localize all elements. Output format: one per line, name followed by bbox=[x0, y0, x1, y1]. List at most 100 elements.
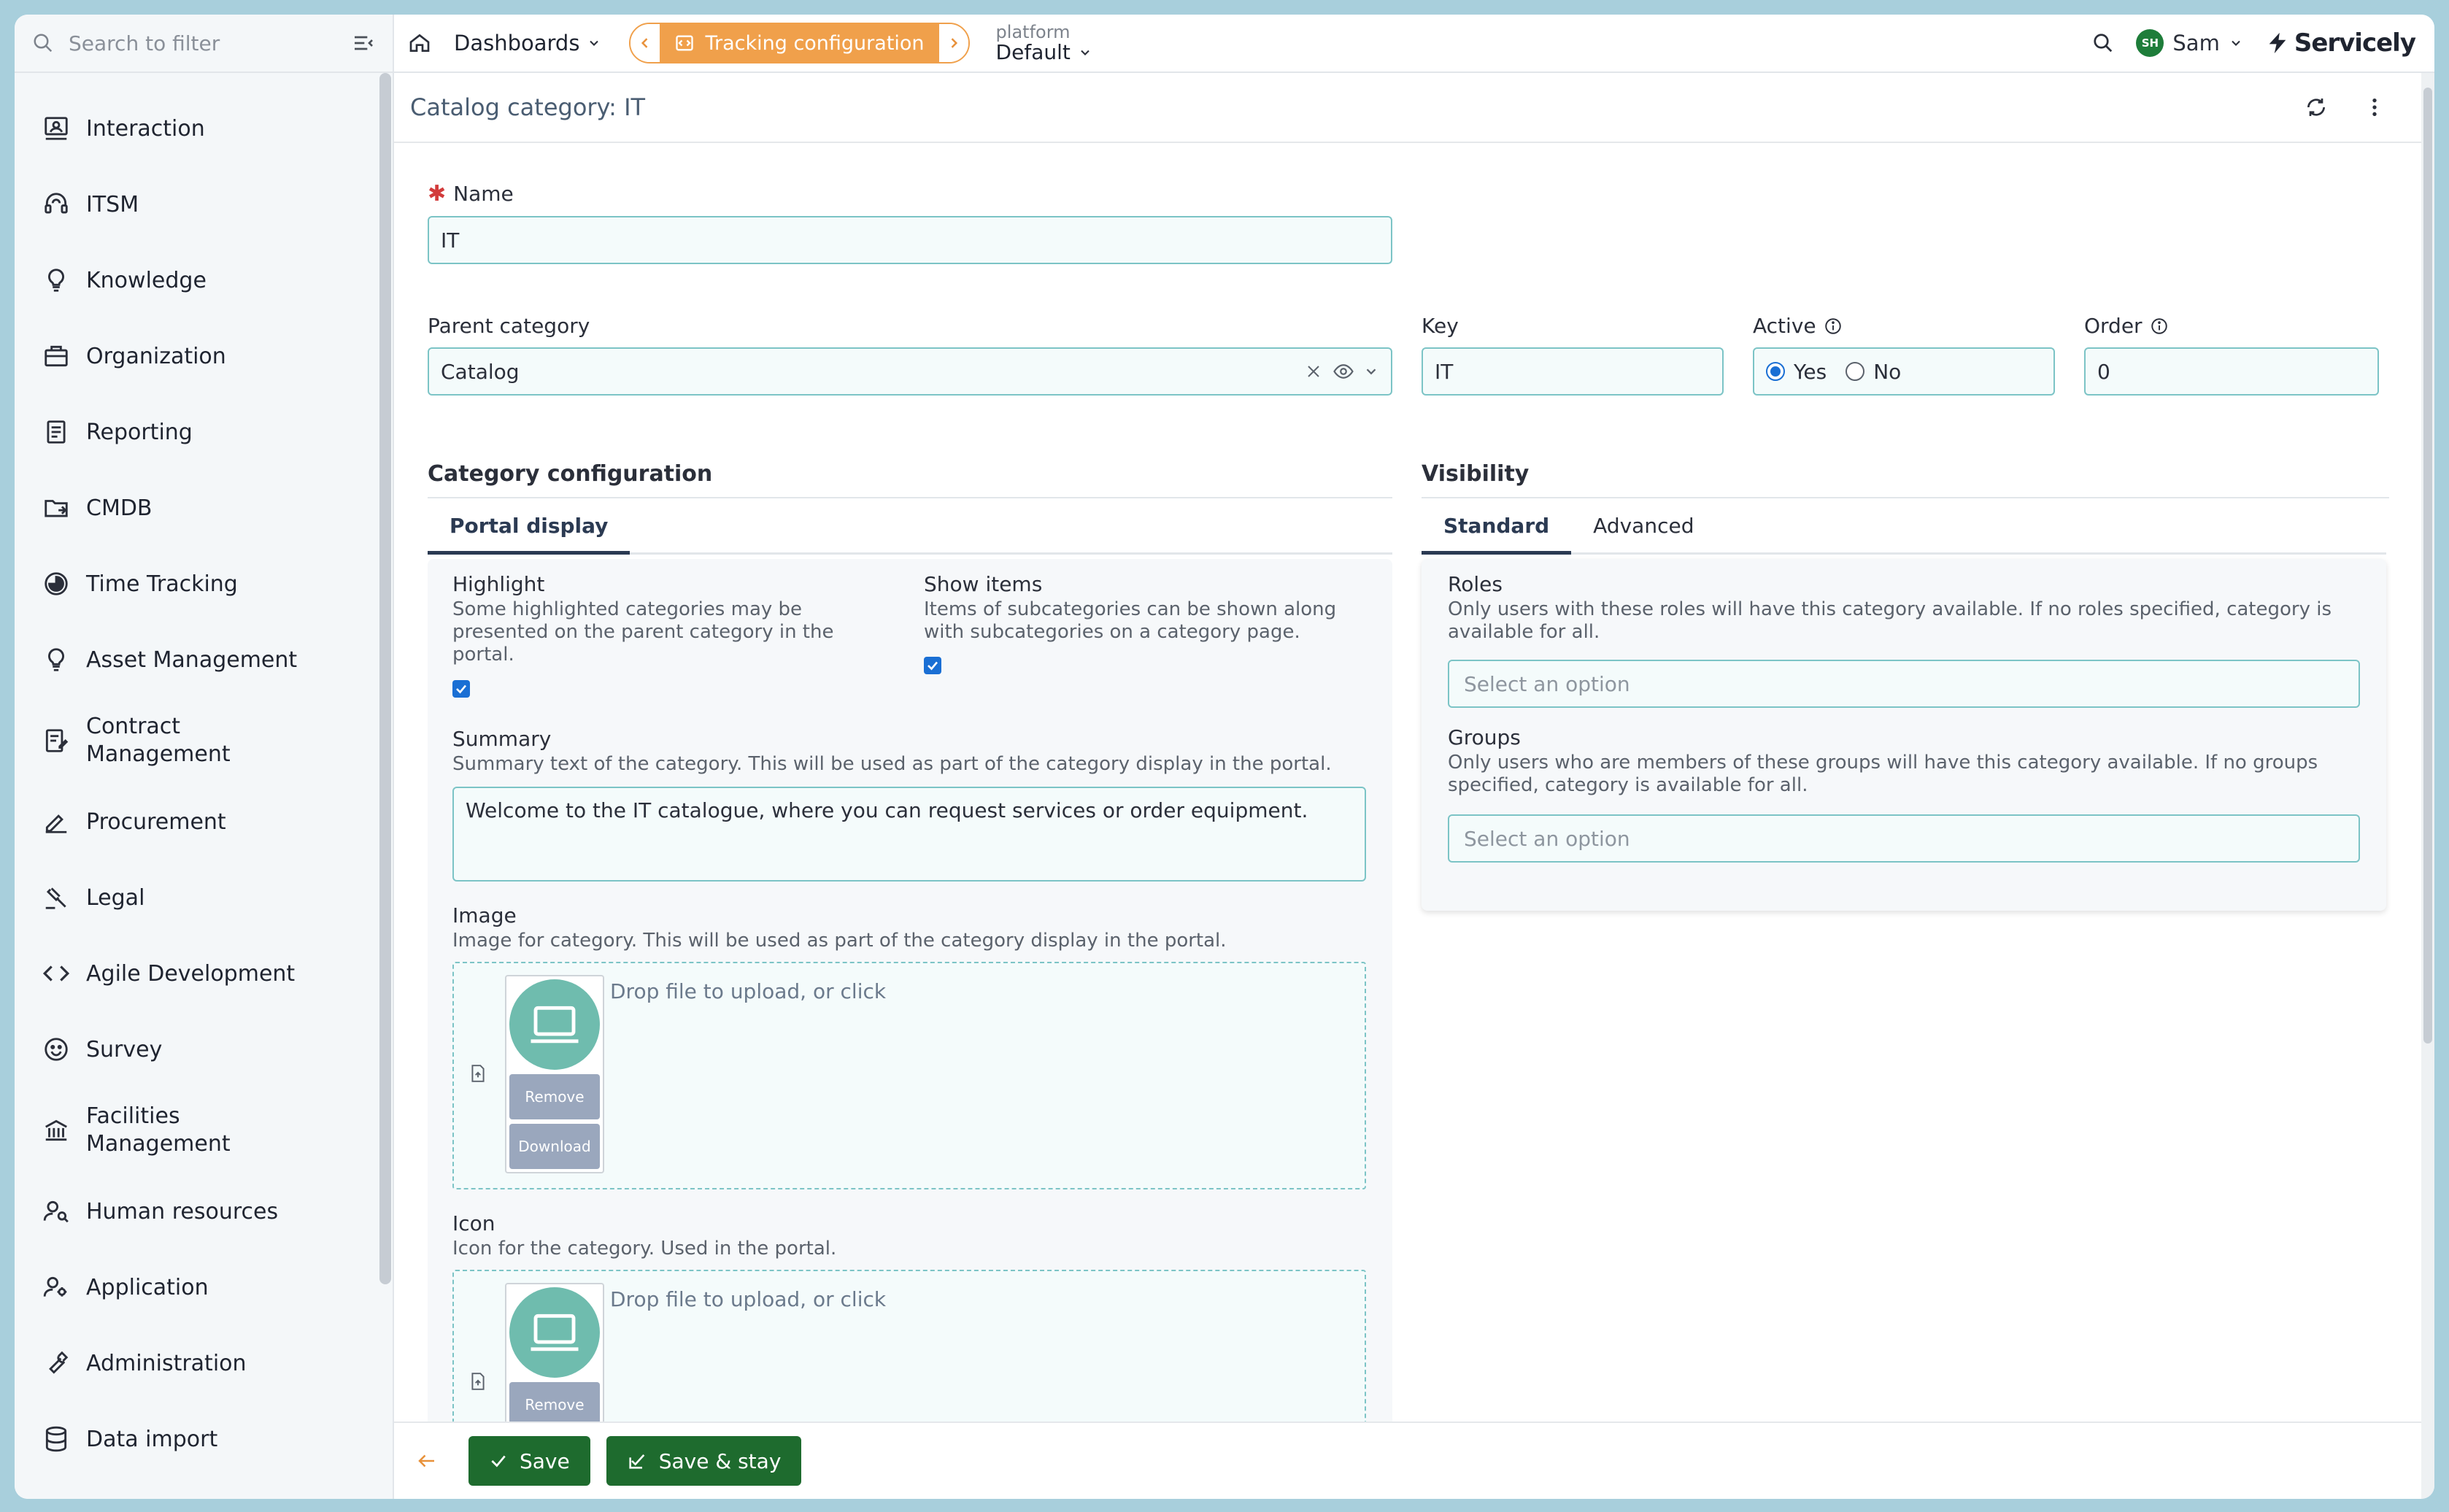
tab-advanced[interactable]: Advanced bbox=[1571, 514, 1716, 552]
active-yes-radio[interactable] bbox=[1766, 362, 1785, 381]
image-dropzone[interactable]: Remove Download Drop file to upload, or … bbox=[452, 962, 1366, 1189]
portal-display-panel: Highlight Some highlighted categories ma… bbox=[428, 559, 1392, 1422]
sidebar-item-label: Data import bbox=[86, 1426, 218, 1452]
key-field[interactable]: IT bbox=[1422, 347, 1724, 396]
icon-remove-button[interactable]: Remove bbox=[509, 1382, 600, 1422]
sidebar-item-legal[interactable]: Legal bbox=[15, 860, 393, 936]
key-value: IT bbox=[1435, 359, 1454, 384]
file-upload-icon bbox=[471, 1065, 485, 1082]
sidebar-item-data-import[interactable]: Data import bbox=[15, 1401, 393, 1477]
active-label-text: Active bbox=[1753, 314, 1816, 338]
key-label: Key bbox=[1422, 314, 1459, 338]
sidebar-item-application[interactable]: Application bbox=[15, 1249, 393, 1325]
highlight-help: Some highlighted categories may be prese… bbox=[452, 598, 834, 666]
sidebar-item-asset-management[interactable]: Asset Management bbox=[15, 622, 393, 698]
parent-category-label: Parent category bbox=[428, 314, 590, 338]
sidebar-search-input[interactable]: Search to filter bbox=[69, 31, 337, 55]
main-content: Catalog category: IT ✱ Name IT Parent ca… bbox=[394, 73, 2421, 1499]
sidebar-item-label: Knowledge bbox=[86, 267, 207, 293]
sidebar-item-label: Survey bbox=[86, 1036, 163, 1062]
clock-icon bbox=[45, 572, 68, 595]
icon-help: Icon for the category. Used in the porta… bbox=[452, 1238, 837, 1260]
brand-name: Servicely bbox=[2294, 28, 2416, 58]
sidebar-item-interaction[interactable]: Interaction bbox=[15, 90, 393, 166]
chevron-down-icon[interactable] bbox=[1363, 363, 1379, 379]
groups-select[interactable]: Select an option bbox=[1448, 814, 2360, 863]
code-icon bbox=[42, 965, 70, 981]
clear-icon[interactable] bbox=[1305, 363, 1322, 380]
order-field[interactable]: 0 bbox=[2084, 347, 2379, 396]
refresh-icon[interactable] bbox=[2305, 96, 2328, 119]
page-header: Catalog category: IT bbox=[394, 73, 2421, 143]
tracking-prev-button[interactable] bbox=[630, 24, 660, 62]
save-button[interactable]: Save bbox=[468, 1436, 590, 1486]
active-no-radio[interactable] bbox=[1846, 362, 1865, 381]
laptop-image bbox=[509, 1287, 600, 1378]
chevron-right-icon bbox=[951, 38, 957, 48]
tracking-next-button[interactable] bbox=[938, 24, 968, 62]
info-icon[interactable] bbox=[1824, 317, 1843, 336]
active-no-label: No bbox=[1873, 359, 1902, 384]
image-drop-text: Drop file to upload, or click bbox=[610, 979, 887, 1003]
user-menu[interactable]: SH Sam bbox=[2136, 29, 2242, 57]
sidebar-item-administration[interactable]: Administration bbox=[15, 1325, 393, 1401]
show-items-checkbox[interactable] bbox=[924, 657, 941, 674]
sidebar-item-human-resources[interactable]: Human resources bbox=[15, 1173, 393, 1249]
sidebar-item-facilities-management[interactable]: Facilities Management bbox=[15, 1087, 393, 1173]
sidebar-item-survey[interactable]: Survey bbox=[15, 1011, 393, 1087]
person-search-icon bbox=[43, 1200, 69, 1223]
check-icon bbox=[927, 661, 938, 671]
image-download-button[interactable]: Download bbox=[509, 1124, 600, 1169]
tracking-configuration-button[interactable]: Tracking configuration bbox=[660, 24, 939, 62]
more-vertical-icon[interactable] bbox=[2363, 96, 2386, 119]
name-label: ✱ Name bbox=[428, 181, 514, 207]
code-box-icon bbox=[676, 35, 694, 51]
gavel-icon bbox=[45, 887, 66, 909]
sidebar-item-label: ITSM bbox=[86, 191, 139, 217]
image-remove-button[interactable]: Remove bbox=[509, 1074, 600, 1119]
back-arrow-icon[interactable] bbox=[416, 1450, 438, 1472]
collapse-menu-icon[interactable] bbox=[352, 31, 375, 55]
sidebar-item-procurement[interactable]: Procurement bbox=[15, 784, 393, 860]
sidebar-search[interactable]: Search to filter bbox=[15, 15, 393, 73]
tab-portal-display[interactable]: Portal display bbox=[428, 514, 630, 555]
info-icon[interactable] bbox=[2150, 317, 2169, 336]
global-search-icon[interactable] bbox=[2092, 32, 2114, 54]
summary-help: Summary text of the category. This will … bbox=[452, 753, 1332, 775]
parent-category-field[interactable]: Catalog bbox=[428, 347, 1392, 396]
highlight-checkbox[interactable] bbox=[452, 680, 470, 698]
sidebar-item-agile-development[interactable]: Agile Development bbox=[15, 936, 393, 1011]
sidebar-item-contract-management[interactable]: Contract Management bbox=[15, 698, 393, 784]
sidebar-item-itsm[interactable]: ITSM bbox=[15, 166, 393, 242]
sidebar-item-label: Application bbox=[86, 1274, 209, 1300]
icon-dropzone[interactable]: Remove Drop file to upload, or click bbox=[452, 1270, 1366, 1422]
order-label-text: Order bbox=[2084, 314, 2143, 338]
groups-help: Only users who are members of these grou… bbox=[1448, 752, 2318, 796]
roles-select[interactable]: Select an option bbox=[1448, 660, 2360, 708]
platform-selector[interactable]: platform Default bbox=[996, 23, 1092, 63]
save-and-stay-button[interactable]: Save & stay bbox=[606, 1436, 802, 1486]
content-scrollbar-thumb[interactable] bbox=[2423, 88, 2432, 1044]
lightbulb-icon bbox=[48, 269, 64, 292]
sidebar-item-knowledge[interactable]: Knowledge bbox=[15, 242, 393, 318]
sidebar-item-reporting[interactable]: Reporting bbox=[15, 394, 393, 470]
sidebar-item-cmdb[interactable]: CMDB bbox=[15, 470, 393, 546]
laptop-icon bbox=[531, 1314, 579, 1351]
image-help: Image for category. This will be used as… bbox=[452, 930, 1227, 952]
name-label-text: Name bbox=[453, 182, 514, 206]
home-icon bbox=[409, 34, 430, 52]
sidebar-item-organization[interactable]: Organization bbox=[15, 318, 393, 394]
icon-drop-text: Drop file to upload, or click bbox=[610, 1287, 887, 1311]
name-value: IT bbox=[441, 228, 460, 252]
name-field[interactable]: IT bbox=[428, 216, 1392, 264]
home-button[interactable] bbox=[394, 31, 445, 55]
sidebar-scrollbar[interactable] bbox=[379, 73, 391, 1284]
dashboards-menu[interactable]: Dashboards bbox=[454, 31, 601, 55]
tab-standard[interactable]: Standard bbox=[1422, 514, 1572, 555]
sidebar-item-label: Interaction bbox=[86, 115, 205, 142]
eye-icon[interactable] bbox=[1333, 360, 1354, 382]
sidebar-item-time-tracking[interactable]: Time Tracking bbox=[15, 546, 393, 622]
category-config-tabs: Portal display bbox=[428, 505, 1392, 555]
summary-textarea[interactable]: Welcome to the IT catalogue, where you c… bbox=[452, 787, 1366, 882]
content-scrollbar[interactable] bbox=[2421, 73, 2434, 1499]
